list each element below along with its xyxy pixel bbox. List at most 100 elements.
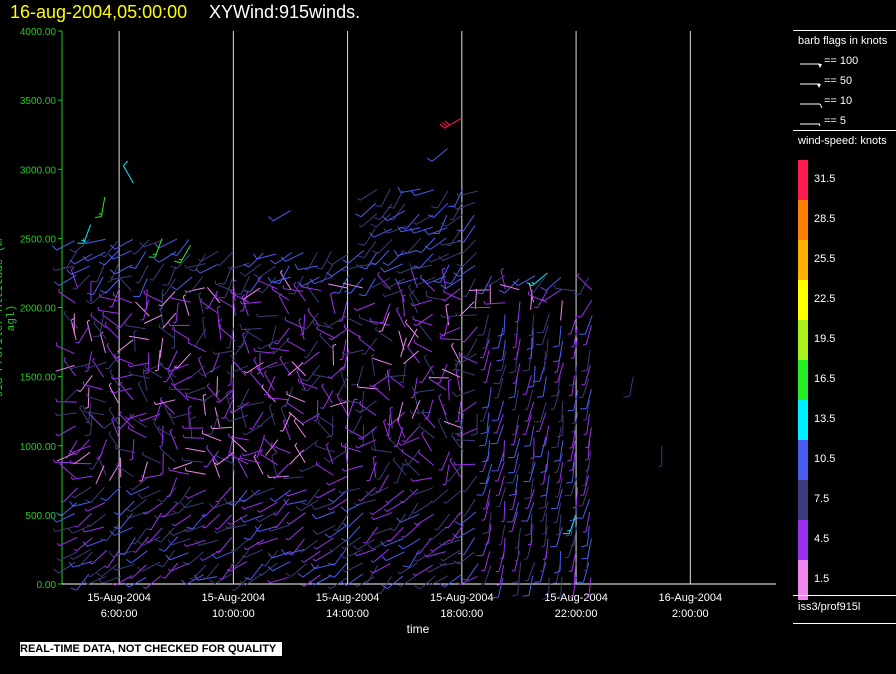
wind-barb — [582, 400, 590, 421]
wind-barb — [442, 464, 450, 486]
wind-barb — [409, 226, 434, 234]
wind-barb — [342, 512, 364, 527]
wind-barb — [357, 486, 376, 502]
colorbar-label: 19.5 — [814, 333, 836, 345]
wind-barb — [444, 511, 461, 529]
wind-barb — [237, 457, 248, 478]
x-tick-date: 15-Aug-2004 — [87, 592, 151, 604]
wind-barb — [339, 549, 363, 559]
wind-barb — [369, 502, 390, 515]
wind-barb — [511, 574, 520, 597]
barb-legend-title: barb flags in knots — [798, 35, 888, 47]
wind-barb — [144, 364, 163, 379]
wind-barb — [418, 322, 432, 342]
wind-barb — [341, 442, 361, 453]
wind-barb — [184, 386, 206, 395]
wind-barb — [226, 365, 248, 375]
wind-barb — [171, 276, 193, 291]
barb-pennant-icon — [800, 83, 821, 88]
wind-barb — [183, 539, 206, 547]
legend-divider — [793, 595, 896, 596]
wind-barb — [554, 362, 564, 383]
wind-barb — [426, 148, 448, 162]
wind-barb — [393, 250, 418, 257]
wind-barb — [371, 354, 376, 376]
wind-barb — [477, 315, 489, 336]
wind-barb — [369, 375, 389, 388]
wind-barb — [526, 272, 548, 287]
wind-barb — [326, 253, 349, 266]
wind-barb — [83, 381, 104, 390]
wind-barb — [154, 350, 161, 372]
wind-barb — [263, 376, 276, 396]
wind-barb — [104, 321, 120, 340]
wind-barb — [453, 436, 475, 442]
colorbar-label: 22.5 — [814, 293, 836, 305]
colorbar-swatch — [798, 480, 808, 520]
wind-barb — [360, 424, 364, 447]
wind-barb — [324, 525, 347, 538]
wind-barb — [186, 365, 206, 379]
wind-barb — [349, 415, 363, 434]
wind-barb — [140, 300, 149, 321]
wind-barb — [375, 474, 390, 493]
wind-barb — [108, 250, 132, 260]
wind-barb — [354, 548, 376, 557]
wind-barb — [481, 565, 492, 585]
wind-barb — [483, 301, 506, 305]
wind-barb — [553, 340, 564, 363]
wind-barb — [403, 350, 419, 365]
wind-barb — [542, 425, 550, 447]
wind-barb — [397, 562, 418, 575]
wind-barb — [267, 561, 291, 572]
wind-barb — [92, 357, 105, 378]
wind-barb — [317, 419, 333, 438]
wind-barb — [438, 451, 450, 471]
wind-barb — [447, 378, 452, 401]
wind-barb — [126, 550, 148, 564]
wind-barb — [585, 427, 592, 449]
wind-barb — [393, 427, 404, 447]
wind-barb — [581, 365, 591, 386]
colorbar-label: 7.5 — [814, 493, 830, 505]
wind-barb — [387, 190, 404, 209]
wind-barb — [286, 512, 306, 525]
wind-barb — [114, 353, 134, 365]
wind-barb — [60, 388, 79, 404]
wind-barb — [401, 426, 419, 443]
wind-barb — [407, 344, 420, 364]
wind-barb — [113, 292, 133, 304]
y-tick-label: 0.00 — [37, 580, 57, 591]
wind-barb — [476, 536, 490, 557]
wind-barb — [267, 576, 290, 584]
wind-barb — [153, 251, 177, 263]
colorbar-swatch — [798, 440, 808, 480]
legend-panel: barb flags in knots == 100 == 50 == 10 =… — [793, 30, 896, 624]
wind-barb — [340, 525, 361, 542]
wind-barb — [375, 326, 393, 342]
wind-barb — [564, 476, 578, 497]
wind-barb — [384, 500, 405, 512]
wind-barb — [530, 276, 546, 293]
wind-profile-chart: 0.00 500.00 1000.00 1500.00 2000.00 2500.00 30… — [20, 27, 776, 620]
wind-barb — [58, 288, 76, 304]
wind-barb — [202, 393, 207, 416]
wind-barb — [93, 263, 106, 283]
colorbar-label: 13.5 — [814, 413, 836, 425]
wind-barb — [256, 413, 275, 428]
wind-barb — [536, 376, 547, 398]
wind-barb — [581, 350, 591, 372]
wind-barb — [169, 428, 179, 450]
wind-barb — [282, 285, 304, 292]
wind-barb — [410, 477, 433, 482]
wind-barb — [509, 351, 518, 374]
wind-barb — [438, 394, 447, 416]
wind-barb — [522, 350, 532, 372]
wind-barb — [456, 190, 479, 197]
wind-barb — [141, 474, 163, 479]
wind-barb — [185, 489, 207, 499]
wind-barb — [534, 402, 547, 423]
wind-barb — [249, 412, 264, 430]
colorbar-entry: 19.5 — [798, 320, 894, 360]
wind-barb — [451, 389, 475, 397]
